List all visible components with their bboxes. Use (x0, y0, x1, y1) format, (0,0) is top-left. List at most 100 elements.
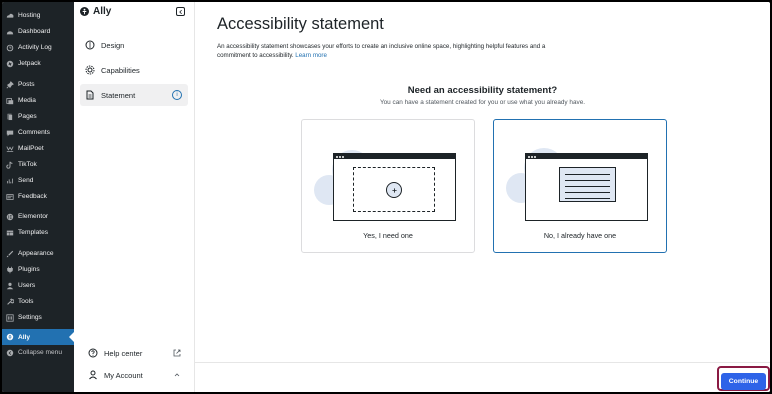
help-center-link[interactable]: Help center (80, 345, 188, 361)
ally-icon (5, 333, 14, 342)
wp-menu-templates[interactable]: Templates (2, 225, 74, 240)
pin-icon (5, 80, 14, 89)
option-label: Yes, I need one (363, 231, 413, 240)
mailpoet-icon (5, 144, 14, 153)
user-icon (88, 370, 98, 380)
page-title: Accessibility statement (217, 15, 384, 33)
elementor-icon (5, 212, 14, 221)
wp-menu-tiktok[interactable]: TikTok (2, 157, 74, 172)
capabilities-icon (85, 65, 95, 75)
option-card-already-have[interactable]: No, I already have one (493, 119, 667, 253)
activity-log-icon (5, 43, 14, 52)
dashboard-icon (5, 27, 14, 36)
window-illustration (333, 153, 456, 221)
wp-menu-label: TikTok (18, 161, 37, 168)
wp-menu-mailpoet[interactable]: MailPoet (2, 141, 74, 156)
nav-item-capabilities[interactable]: Capabilities (80, 59, 188, 81)
nav-item-label: Design (101, 40, 125, 50)
wp-menu-label: Feedback (18, 193, 47, 200)
collapse-sidebar-button[interactable] (176, 7, 185, 16)
collapse-icon (5, 348, 14, 357)
media-icon (5, 96, 14, 105)
wp-menu-tools[interactable]: Tools (2, 294, 74, 309)
wp-menu-send[interactable]: Send (2, 173, 74, 188)
continue-button[interactable]: Continue (721, 373, 766, 390)
wp-menu-media[interactable]: Media (2, 93, 74, 108)
question-heading: Need an accessibility statement? (407, 85, 558, 96)
wp-menu-feedback[interactable]: Feedback (2, 189, 74, 204)
appearance-icon (5, 249, 14, 258)
wp-menu-label: Users (18, 282, 36, 289)
wp-menu-collapse[interactable]: Collapse menu (2, 345, 74, 360)
collapse-sidebar-icon (178, 9, 182, 14)
window-illustration (525, 153, 648, 221)
my-account-label: My Account (104, 370, 143, 380)
info-icon[interactable]: i (172, 90, 182, 100)
wp-menu-label: Appearance (18, 250, 54, 257)
tiktok-icon (5, 160, 14, 169)
wp-menu-label: Activity Log (18, 44, 52, 51)
hosting-icon (5, 11, 14, 20)
templates-icon (5, 228, 14, 237)
wp-menu-pages[interactable]: Pages (2, 109, 74, 124)
wp-menu-appearance[interactable]: Appearance (2, 246, 74, 261)
comments-icon (5, 128, 14, 137)
wp-menu-label: Hosting (18, 12, 41, 19)
wp-menu-label: Tools (18, 298, 34, 305)
help-center-label: Help center (104, 348, 143, 358)
wp-admin-sidebar: Hosting Dashboard Activity Log Jetpack P… (2, 2, 74, 392)
wp-menu-ally[interactable]: Ally (2, 329, 74, 345)
wp-menu-users[interactable]: Users (2, 278, 74, 293)
pages-icon (5, 112, 14, 121)
ally-brand-name: Ally (93, 6, 112, 17)
wp-menu-label: Send (18, 177, 34, 184)
wp-menu-dashboard[interactable]: Dashboard (2, 24, 74, 39)
page-description: An accessibility statement showcases you… (217, 42, 547, 60)
wp-menu-hosting[interactable]: Hosting (2, 8, 74, 23)
wp-menu-comments[interactable]: Comments (2, 125, 74, 140)
nav-item-label: Statement (101, 90, 136, 100)
option-label: No, I already have one (543, 231, 617, 240)
ally-logo-icon (80, 7, 89, 16)
help-icon (88, 348, 98, 358)
wp-menu-label: Ally (18, 333, 31, 341)
wp-menu-settings[interactable]: Settings (2, 310, 74, 325)
wp-menu-elementor[interactable]: Elementor (2, 209, 74, 224)
wp-menu-label: Posts (18, 81, 35, 88)
wp-menu-label: MailPoet (18, 145, 44, 152)
wp-menu-jetpack[interactable]: Jetpack (2, 56, 74, 71)
send-icon (5, 176, 14, 185)
nav-item-statement[interactable]: Statement i (80, 84, 188, 106)
plugins-icon (5, 265, 14, 274)
wp-menu-label: Collapse menu (18, 349, 62, 356)
wp-menu-label: Templates (18, 229, 49, 236)
wp-menu-label: Jetpack (18, 60, 41, 67)
dashed-placeholder (353, 167, 435, 212)
document-illustration (559, 167, 616, 202)
learn-more-link[interactable]: Learn more (295, 52, 327, 59)
wp-menu-label: Media (18, 97, 36, 104)
design-icon (85, 40, 95, 50)
continue-highlight: Continue (717, 366, 770, 391)
nav-item-design[interactable]: Design (80, 34, 188, 56)
wp-menu-label: Plugins (18, 266, 40, 273)
option-card-need-one[interactable]: Yes, I need one (301, 119, 475, 253)
wp-menu-posts[interactable]: Posts (2, 77, 74, 92)
wp-menu-plugins[interactable]: Plugins (2, 262, 74, 277)
app-window: Hosting Dashboard Activity Log Jetpack P… (2, 2, 770, 392)
settings-icon (5, 313, 14, 322)
question-subtext: You can have a statement created for you… (379, 99, 586, 106)
plus-icon (386, 182, 402, 198)
wp-menu-label: Dashboard (18, 28, 51, 35)
wp-menu-label: Elementor (18, 213, 49, 220)
statement-icon (85, 90, 95, 100)
tools-icon (5, 297, 14, 306)
footer-bar (195, 362, 770, 392)
wp-menu-activity-log[interactable]: Activity Log (2, 40, 74, 55)
description-text: An accessibility statement showcases you… (217, 43, 546, 59)
my-account-menu[interactable]: My Account (80, 367, 188, 383)
wp-menu-label: Comments (18, 129, 50, 136)
external-link-icon (172, 348, 182, 358)
ally-sidebar: Ally Design Capabilities Statement i Hel… (74, 2, 195, 392)
wp-menu-label: Pages (18, 113, 37, 120)
